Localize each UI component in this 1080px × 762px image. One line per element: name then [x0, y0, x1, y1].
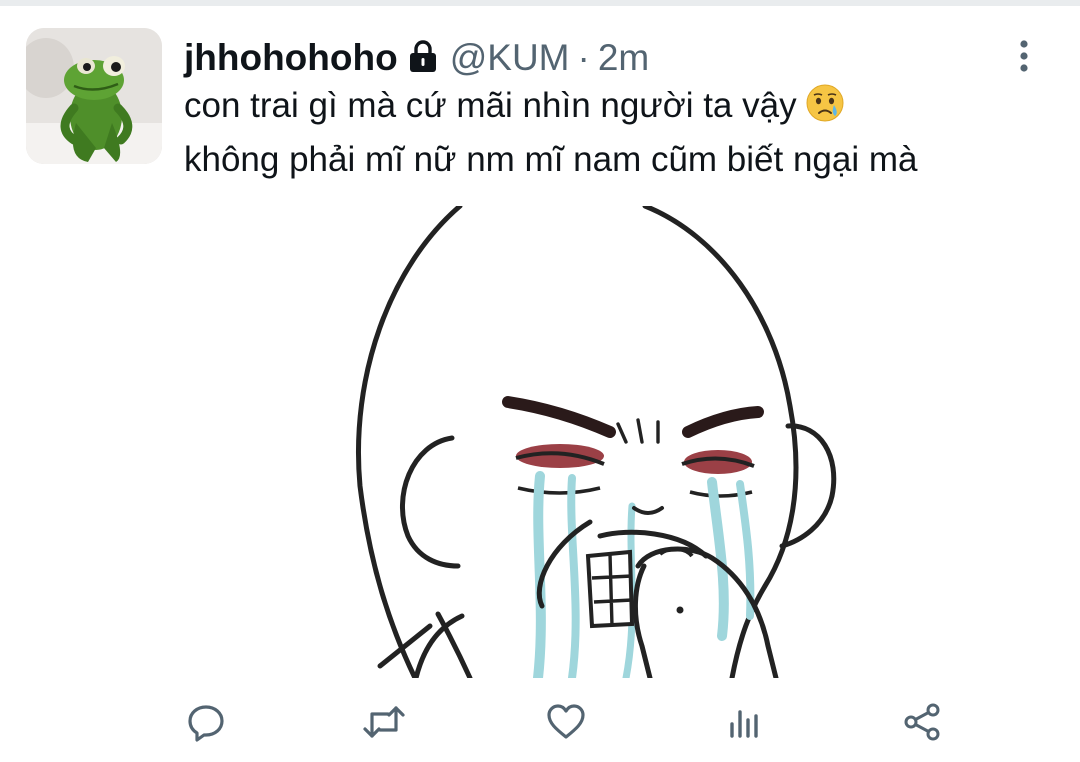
tweet-text-line-2: không phải mĩ nữ nm mĩ nam cũm biết ngại…	[184, 140, 918, 179]
timestamp[interactable]: 2m	[598, 37, 649, 79]
tweet-media[interactable]	[320, 206, 880, 678]
like-button[interactable]	[540, 698, 592, 750]
analytics-button[interactable]	[718, 698, 770, 750]
reply-button[interactable]	[180, 698, 232, 750]
kermit-frog-avatar-image	[26, 28, 162, 164]
retweet-button[interactable]	[358, 698, 410, 750]
crying-face-icon	[805, 83, 845, 136]
reply-icon	[186, 702, 226, 747]
avatar[interactable]	[26, 28, 162, 164]
top-divider	[0, 0, 1080, 6]
like-icon	[546, 702, 586, 747]
crying-meme-face-image	[320, 206, 880, 678]
user-handle[interactable]: @KUM	[450, 37, 570, 79]
share-icon	[902, 702, 942, 747]
tweet-text-line-1: con trai gì mà cứ mãi nhìn người ta vậy	[184, 82, 1064, 136]
share-button[interactable]	[896, 698, 948, 750]
tweet-header: jhhohohoho @KUM · 2m	[184, 30, 649, 86]
tweet-actions	[0, 688, 1080, 762]
tweet-text-line-1-content: con trai gì mà cứ mãi nhìn người ta vậy	[184, 86, 797, 125]
separator-dot: ·	[577, 37, 590, 78]
display-name[interactable]: jhhohohoho	[184, 37, 398, 79]
more-options-icon[interactable]	[1012, 38, 1036, 74]
retweet-icon	[362, 702, 406, 747]
lock-icon	[408, 39, 438, 78]
tweet-text: con trai gì mà cứ mãi nhìn người ta vậy …	[184, 82, 1064, 184]
analytics-icon	[724, 702, 764, 747]
